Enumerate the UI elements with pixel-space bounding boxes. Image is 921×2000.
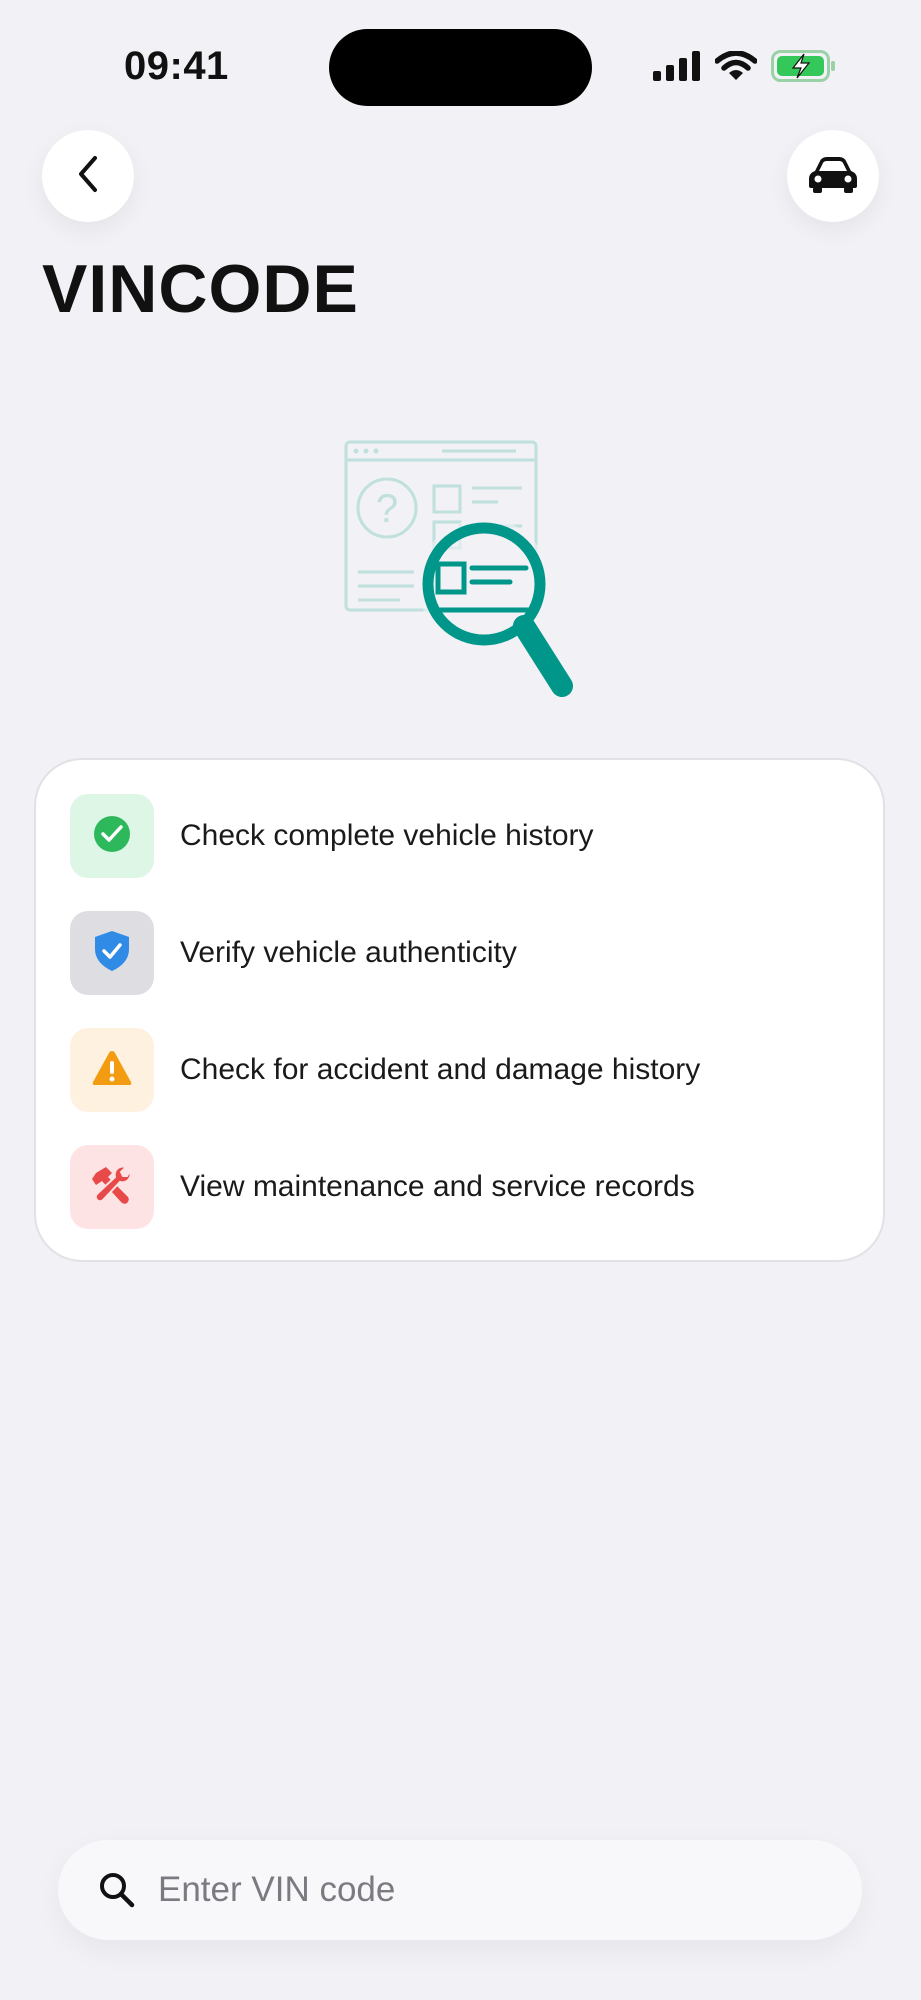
search-icon (98, 1871, 136, 1909)
battery-charging-icon (771, 50, 837, 87)
feature-icon-bg (70, 1028, 154, 1112)
svg-text:?: ? (376, 487, 398, 531)
feature-label: Verify vehicle authenticity (180, 936, 517, 969)
vehicle-button[interactable] (787, 130, 879, 222)
feature-icon-bg (70, 1145, 154, 1229)
cellular-signal-icon (653, 51, 701, 86)
wifi-icon (714, 50, 758, 86)
shield-check-icon (92, 929, 132, 978)
dynamic-island (329, 29, 592, 106)
status-bar: 09:41 (0, 0, 921, 120)
vin-search-bar[interactable] (58, 1840, 862, 1940)
feature-item-vehicle-history: Check complete vehicle history (70, 794, 594, 878)
feature-item-authenticity: Verify vehicle authenticity (70, 911, 517, 995)
feature-icon-bg (70, 911, 154, 995)
status-icons (653, 50, 837, 87)
vin-input[interactable] (156, 1869, 820, 1911)
feature-label: Check complete vehicle history (180, 819, 594, 852)
back-button[interactable] (42, 130, 134, 222)
feature-label: View maintenance and service records (180, 1170, 695, 1203)
vin-search-illustration: ? (340, 436, 580, 706)
car-icon (807, 154, 859, 199)
status-time: 09:41 (124, 44, 229, 88)
wrench-hammer-icon (90, 1163, 134, 1212)
feature-item-maintenance: View maintenance and service records (70, 1145, 695, 1229)
warning-triangle-icon (91, 1049, 133, 1092)
feature-label: Check for accident and damage history (180, 1053, 701, 1086)
features-card: Check complete vehicle history Verify ve… (34, 758, 885, 1262)
chevron-left-icon (71, 154, 105, 199)
check-circle-icon (92, 814, 132, 859)
feature-item-accident-history: Check for accident and damage history (70, 1028, 700, 1112)
page-title: VINCODE (42, 251, 359, 327)
feature-icon-bg (70, 794, 154, 878)
